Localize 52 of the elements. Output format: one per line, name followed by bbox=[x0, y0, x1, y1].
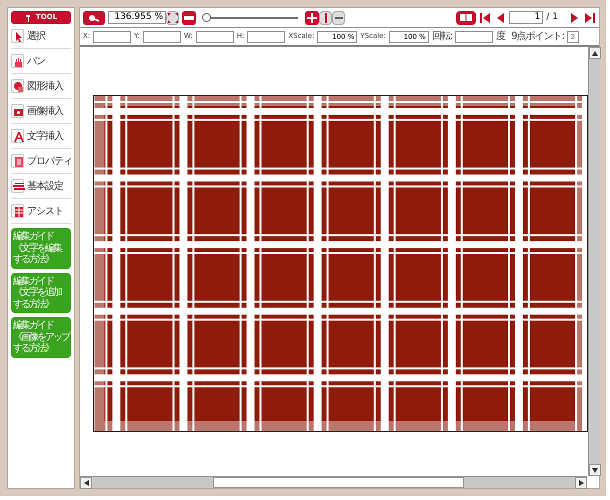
scroll-up-button[interactable] bbox=[589, 47, 601, 59]
vertical-scrollbar[interactable] bbox=[588, 47, 600, 476]
page-total: / 1 bbox=[546, 10, 558, 24]
input-field[interactable] bbox=[247, 30, 286, 42]
input-field[interactable] bbox=[142, 30, 181, 42]
book-icon bbox=[459, 13, 474, 22]
unit-label: 度 bbox=[496, 30, 506, 44]
hand-icon bbox=[12, 55, 25, 70]
up-arrow-icon bbox=[592, 50, 598, 56]
scrollbar-thumb[interactable] bbox=[212, 477, 464, 488]
zoom-button[interactable] bbox=[83, 10, 105, 24]
grid-icon bbox=[12, 205, 25, 220]
sidebar-item[interactable]: 画像挿入 bbox=[11, 99, 71, 124]
zoom-out-button[interactable] bbox=[332, 10, 345, 24]
sidebar-item[interactable]: 文字挿入 bbox=[11, 124, 71, 149]
sidebar-item[interactable]: 基本設定 bbox=[11, 174, 71, 199]
field-label: 9点ポイント: bbox=[511, 30, 564, 44]
right-arrow-icon bbox=[578, 480, 584, 486]
sidebar-item[interactable]: 選択 bbox=[11, 24, 71, 49]
fit-width-button[interactable] bbox=[182, 10, 196, 24]
fit-button[interactable] bbox=[166, 10, 179, 24]
scroll-down-button[interactable] bbox=[589, 464, 601, 476]
down-arrow-icon bbox=[592, 468, 598, 472]
zoom-field[interactable]: 136.955 % bbox=[108, 11, 166, 24]
horizontal-scrollbar[interactable] bbox=[80, 476, 587, 488]
expand-icon bbox=[168, 12, 178, 22]
field-label: 回転: bbox=[432, 30, 452, 44]
document-icon bbox=[12, 155, 25, 170]
input-field[interactable] bbox=[455, 30, 494, 42]
zoom-in-button[interactable] bbox=[305, 10, 319, 24]
page-field[interactable]: 1 bbox=[509, 11, 544, 24]
input-field[interactable] bbox=[196, 30, 234, 42]
sidebar-item[interactable]: アシスト bbox=[11, 199, 71, 224]
shape-icon bbox=[12, 80, 25, 94]
book-view-button[interactable] bbox=[456, 10, 476, 24]
first-page-button[interactable] bbox=[479, 12, 492, 24]
minus-icon bbox=[334, 16, 342, 18]
scroll-left-button[interactable] bbox=[80, 477, 92, 489]
scroll-right-button[interactable] bbox=[575, 477, 587, 489]
slider-thumb[interactable] bbox=[202, 13, 211, 22]
letter-icon bbox=[12, 130, 25, 144]
sidebar-item[interactable]: 図形挿入 bbox=[11, 74, 71, 99]
input-field[interactable] bbox=[93, 30, 132, 42]
sidebar-item[interactable]: プロパティ bbox=[11, 149, 71, 174]
last-page-button[interactable] bbox=[584, 12, 596, 24]
plus-icon bbox=[307, 12, 317, 22]
first-icon bbox=[479, 12, 492, 24]
search-icon bbox=[88, 14, 100, 22]
left-arrow-icon bbox=[84, 480, 88, 486]
last-icon bbox=[584, 12, 596, 24]
sidebar-item[interactable]: パン bbox=[11, 49, 71, 74]
actual-size-button[interactable] bbox=[319, 10, 332, 24]
